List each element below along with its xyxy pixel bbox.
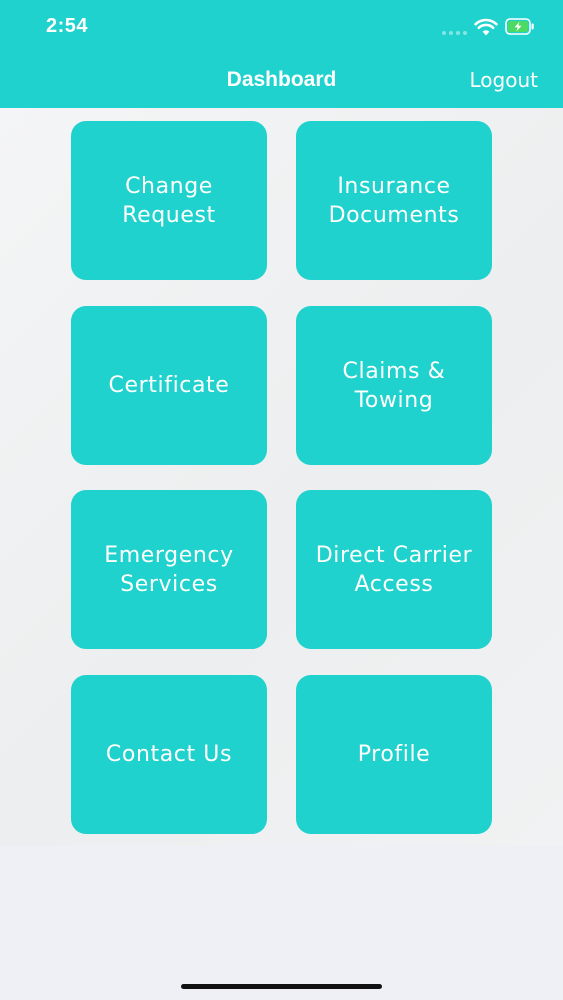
- tile-label: Certificate: [108, 373, 230, 398]
- battery-charging-icon: [505, 18, 534, 35]
- cellular-signal-icon: [442, 31, 468, 35]
- emergency-services-tile[interactable]: Emergency Services: [71, 490, 267, 649]
- tile-label: Profile: [357, 742, 431, 767]
- status-time: 2:54: [46, 15, 89, 37]
- contact-us-tile[interactable]: Contact Us: [71, 675, 267, 834]
- change-request-tile[interactable]: Change Request: [71, 121, 267, 280]
- claims-towing-tile[interactable]: Claims & Towing: [296, 306, 492, 465]
- profile-tile[interactable]: Profile: [296, 675, 492, 834]
- tile-label: Emergency Services: [104, 542, 234, 597]
- tile-label: Direct Carrier Access: [315, 542, 473, 597]
- home-indicator[interactable]: [181, 984, 382, 989]
- logout-button[interactable]: Logout: [470, 68, 538, 92]
- tile-label: Contact Us: [105, 742, 233, 767]
- wifi-icon: [474, 18, 498, 36]
- direct-carrier-access-tile[interactable]: Direct Carrier Access: [296, 490, 492, 649]
- certificate-tile[interactable]: Certificate: [71, 306, 267, 465]
- tile-label: Change Request: [122, 173, 216, 228]
- tile-label: Claims & Towing: [342, 358, 446, 413]
- tile-label: Insurance Documents: [328, 173, 460, 228]
- navigation-header: 2:54 Dashboard Logout: [0, 0, 563, 108]
- insurance-documents-tile[interactable]: Insurance Documents: [296, 121, 492, 280]
- dashboard-grid: Change Request Insurance Documents Certi…: [0, 108, 563, 846]
